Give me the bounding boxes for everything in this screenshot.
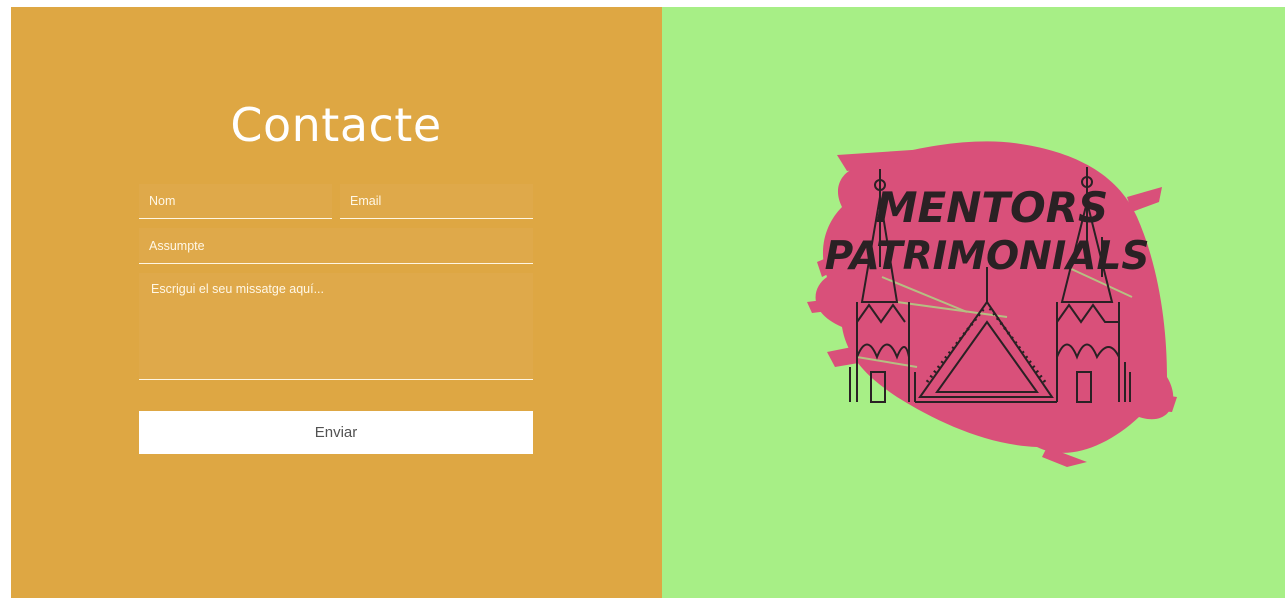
- name-field-wrapper: [139, 184, 332, 219]
- name-input[interactable]: [139, 184, 332, 218]
- contact-title: Contacte: [230, 98, 442, 152]
- email-input[interactable]: [340, 184, 533, 218]
- page: Contacte Enviar: [11, 7, 1285, 598]
- message-textarea[interactable]: [139, 273, 533, 379]
- subject-field-wrapper: [139, 228, 533, 264]
- logo-section: MENTORS PATRIMONIALS: [662, 7, 1285, 598]
- subject-input[interactable]: [139, 228, 533, 263]
- email-field-wrapper: [340, 184, 533, 219]
- logo-line-2: PATRIMONIALS: [825, 234, 1150, 279]
- logo-line-1: MENTORS: [876, 183, 1109, 232]
- send-button[interactable]: Enviar: [139, 411, 533, 454]
- mentors-patrimonials-logo: MENTORS PATRIMONIALS: [807, 141, 1177, 467]
- message-field-wrapper: [139, 273, 533, 380]
- contact-section: Contacte Enviar: [11, 7, 662, 598]
